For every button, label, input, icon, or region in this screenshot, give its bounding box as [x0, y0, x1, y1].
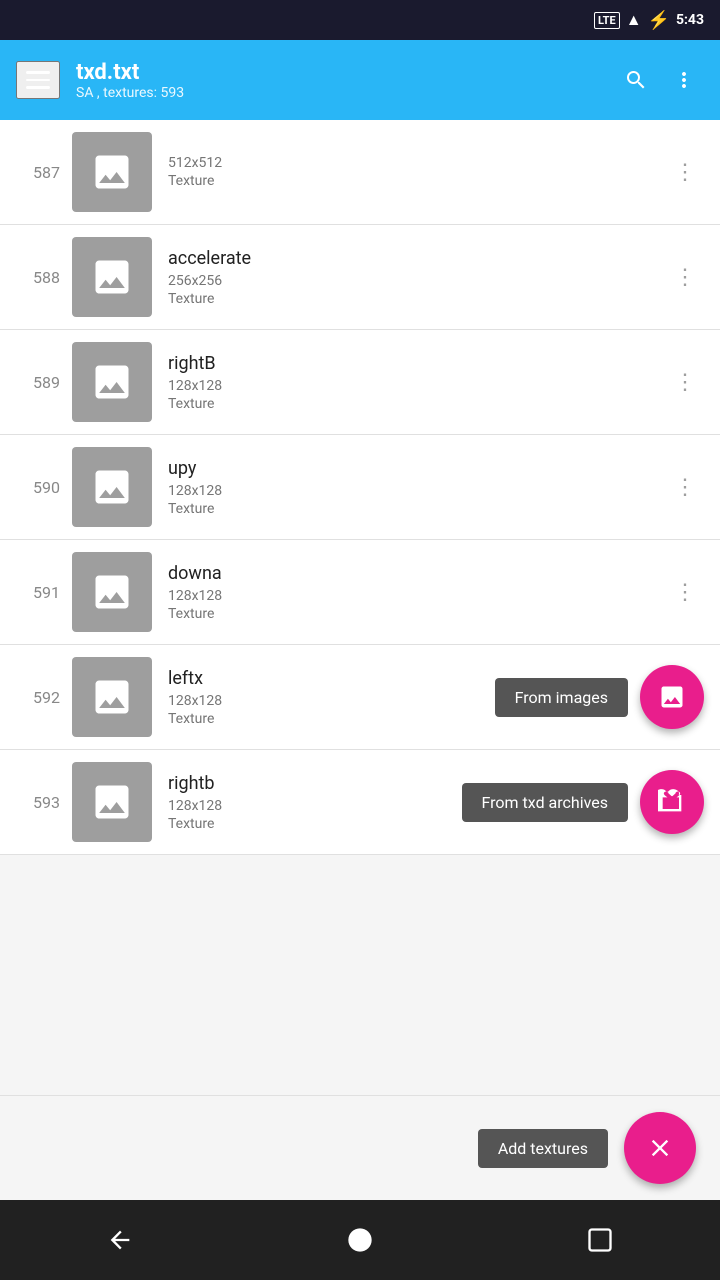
item-info: leftx 128x128 Texture: [168, 668, 495, 727]
from-images-tooltip: From images: [495, 678, 628, 717]
item-type: Texture: [168, 396, 666, 412]
from-txd-fab-button[interactable]: [640, 770, 704, 834]
fab-main-row: Add textures: [0, 1095, 720, 1200]
item-number: 588: [16, 268, 60, 287]
add-textures-tooltip: Add textures: [478, 1129, 608, 1168]
status-bar-right: LTE ▲ ⚡ 5:43: [594, 10, 704, 31]
back-button[interactable]: [90, 1210, 150, 1270]
list-item: 587 512x512 Texture ⋮: [0, 120, 720, 225]
signal-icon: ▲: [626, 10, 642, 30]
item-thumbnail: [72, 447, 152, 527]
item-type: Texture: [168, 816, 462, 832]
item-thumbnail: [72, 762, 152, 842]
toolbar-subtitle: SA , textures: 593: [76, 85, 600, 101]
clock: 5:43: [676, 12, 704, 28]
item-type: Texture: [168, 711, 495, 727]
item-dimensions: 128x128: [168, 378, 666, 394]
item-info: rightb 128x128 Texture: [168, 773, 462, 832]
item-more-button[interactable]: ⋮: [666, 151, 704, 193]
item-dimensions: 128x128: [168, 798, 462, 814]
overflow-menu-button[interactable]: [664, 60, 704, 100]
item-dimensions: 256x256: [168, 273, 666, 289]
item-thumbnail: [72, 342, 152, 422]
bottom-navigation: [0, 1200, 720, 1280]
item-number: 589: [16, 373, 60, 392]
list-item: 589 rightB 128x128 Texture ⋮: [0, 330, 720, 435]
item-name: rightb: [168, 773, 462, 794]
item-more-button[interactable]: ⋮: [666, 256, 704, 298]
item-info: downa 128x128 Texture: [168, 563, 666, 622]
list-item: 591 downa 128x128 Texture ⋮: [0, 540, 720, 645]
search-button[interactable]: [616, 60, 656, 100]
item-thumbnail: [72, 657, 152, 737]
toolbar-actions: [616, 60, 704, 100]
item-thumbnail: [72, 132, 152, 212]
item-thumbnail: [72, 552, 152, 632]
item-info: accelerate 256x256 Texture: [168, 248, 666, 307]
item-number: 591: [16, 583, 60, 602]
list-item: 593 rightb 128x128 Texture From txd arch…: [0, 750, 720, 855]
close-fab-button[interactable]: [624, 1112, 696, 1184]
item-name: upy: [168, 458, 666, 479]
lte-icon: LTE: [594, 12, 620, 29]
texture-list: 587 512x512 Texture ⋮ 588 accelerate 256…: [0, 120, 720, 1095]
toolbar-title-block: txd.txt SA , textures: 593: [76, 60, 600, 101]
item-more-button[interactable]: ⋮: [666, 361, 704, 403]
battery-icon: ⚡: [648, 10, 670, 31]
item-number: 592: [16, 688, 60, 707]
from-images-fab-button[interactable]: [640, 665, 704, 729]
item-name: downa: [168, 563, 666, 584]
status-bar: LTE ▲ ⚡ 5:43: [0, 0, 720, 40]
item-dimensions: 128x128: [168, 483, 666, 499]
item-type: Texture: [168, 501, 666, 517]
item-more-button[interactable]: ⋮: [666, 571, 704, 613]
item-info: rightB 128x128 Texture: [168, 353, 666, 412]
item-name: leftx: [168, 668, 495, 689]
item-type: Texture: [168, 173, 666, 189]
menu-button[interactable]: [16, 61, 60, 99]
item-number: 593: [16, 793, 60, 812]
item-thumbnail: [72, 237, 152, 317]
item-name: accelerate: [168, 248, 666, 269]
list-item: 588 accelerate 256x256 Texture ⋮: [0, 225, 720, 330]
item-name: rightB: [168, 353, 666, 374]
item-number: 587: [16, 163, 60, 182]
list-item: 590 upy 128x128 Texture ⋮: [0, 435, 720, 540]
item-info: 512x512 Texture: [168, 155, 666, 189]
item-info: upy 128x128 Texture: [168, 458, 666, 517]
item-dimensions: 512x512: [168, 155, 666, 171]
item-dimensions: 128x128: [168, 693, 495, 709]
item-type: Texture: [168, 291, 666, 307]
list-item: 592 leftx 128x128 Texture From images: [0, 645, 720, 750]
home-button[interactable]: [330, 1210, 390, 1270]
toolbar-title: txd.txt: [76, 60, 600, 85]
toolbar: txd.txt SA , textures: 593: [0, 40, 720, 120]
item-dimensions: 128x128: [168, 588, 666, 604]
item-number: 590: [16, 478, 60, 497]
recent-apps-button[interactable]: [570, 1210, 630, 1270]
item-more-button[interactable]: ⋮: [666, 466, 704, 508]
item-type: Texture: [168, 606, 666, 622]
from-txd-tooltip: From txd archives: [462, 783, 628, 822]
